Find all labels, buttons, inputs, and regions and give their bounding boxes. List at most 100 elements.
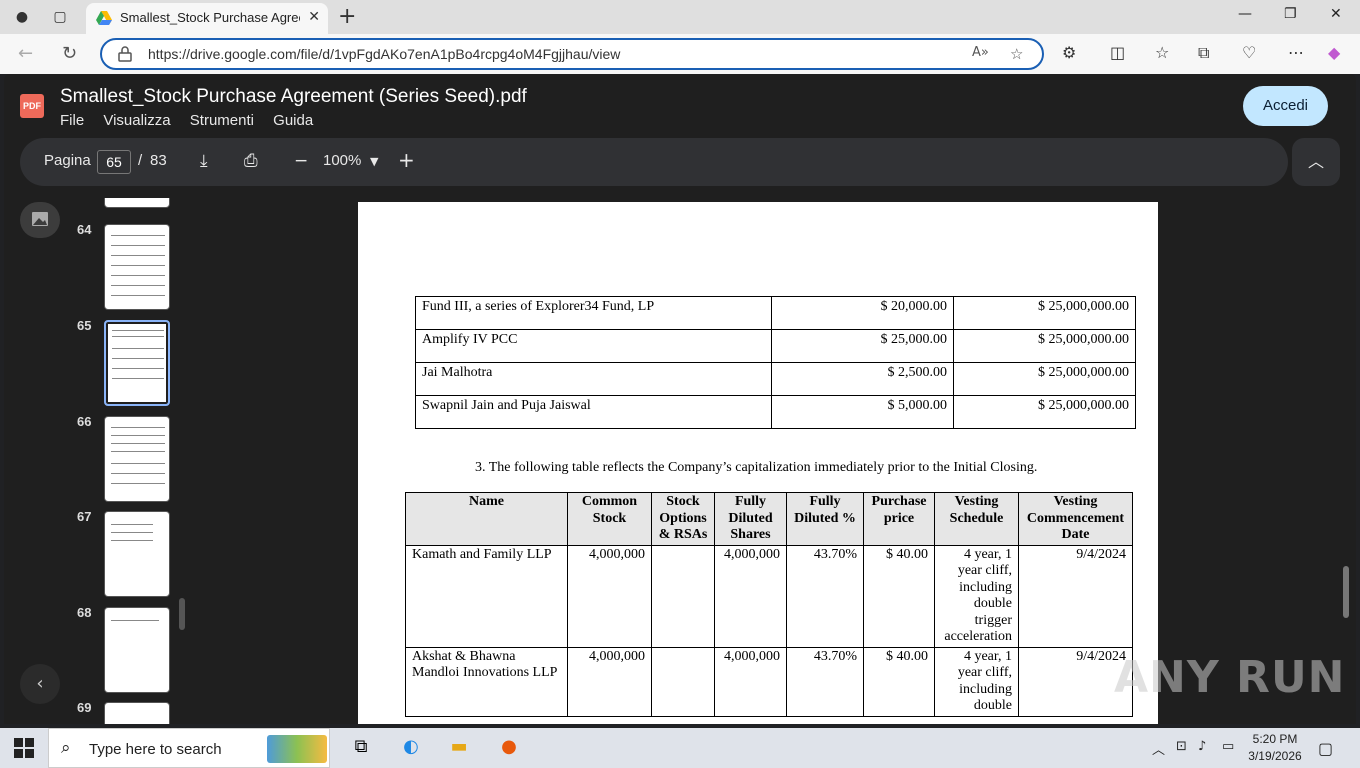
menu-guida[interactable]: Guida — [273, 112, 313, 129]
fully-diluted-shares: 4,000,000 — [714, 544, 787, 648]
url-text[interactable]: https://drive.google.com/file/d/1vpFgdAK… — [148, 46, 620, 62]
tab-close-icon[interactable]: ✕ — [308, 9, 320, 25]
pdf-toolbar: Pagina 65 / 83 ⤓ ⎙ − 100% ▼ + — [20, 138, 1288, 186]
notifications-icon[interactable]: ▢ — [1318, 739, 1333, 758]
refresh-icon[interactable]: ↻ — [62, 43, 77, 64]
page-thumbnail[interactable] — [104, 224, 170, 310]
download-icon[interactable]: ⤓ — [200, 151, 208, 171]
fully-diluted-percent: 43.70% — [786, 646, 864, 717]
thumbnail-number: 67 — [77, 509, 92, 524]
browser-tab-strip: ● ▢ Smallest_Stock Purchase Agreeme ✕ + … — [0, 0, 1360, 34]
copilot-icon[interactable]: ◆ — [1328, 43, 1340, 62]
pdf-file-icon: PDF — [20, 94, 44, 118]
zoom-in-icon[interactable]: + — [398, 148, 415, 172]
common-stock: 4,000,000 — [567, 646, 652, 717]
thumbnail-number: 65 — [77, 318, 92, 333]
windows-taskbar: ⌕ Type here to search ⧉ ◐ ▬ ● ︿ ⊡ ♪ ▭ 5:… — [0, 728, 1360, 768]
tray-overflow-icon[interactable]: ︿ — [1152, 739, 1165, 758]
vesting-date: 9/4/2024 — [1018, 544, 1133, 648]
file-explorer-icon[interactable]: ▬ — [446, 736, 472, 760]
minimize-icon[interactable]: — — [1238, 6, 1252, 22]
split-screen-icon[interactable]: ◫ — [1110, 43, 1125, 62]
column-header: Purchase price — [863, 492, 935, 546]
network-icon[interactable]: ⊡ — [1176, 739, 1187, 754]
search-highlight-image — [267, 735, 327, 763]
page-thumbnail[interactable] — [104, 416, 170, 502]
table-row: Jai Malhotra $ 2,500.00 $ 25,000,000.00 — [415, 362, 1136, 396]
stock-options — [651, 646, 715, 717]
purchase-price: $ 40.00 — [863, 544, 935, 648]
thumbnail-number: 68 — [77, 605, 92, 620]
drive-pdf-viewer: PDF Smallest_Stock Purchase Agreement (S… — [4, 74, 1356, 724]
page-number-input[interactable]: 65 — [97, 150, 131, 174]
document-scrollbar[interactable] — [1343, 566, 1349, 618]
browser-essentials-icon[interactable]: ♡ — [1242, 43, 1256, 62]
table-row: Kamath and Family LLP 4,000,000 4,000,00… — [405, 544, 1133, 648]
page-thumbnail[interactable] — [104, 198, 170, 208]
thumbnail-scrollbar[interactable] — [179, 598, 185, 630]
valuation-cap: $ 25,000,000.00 — [953, 362, 1136, 396]
menu-strumenti[interactable]: Strumenti — [190, 112, 254, 129]
investment-amount: $ 5,000.00 — [771, 395, 954, 429]
zoom-out-icon[interactable]: − — [294, 151, 308, 171]
capitalization-paragraph: 3. The following table reflects the Comp… — [475, 460, 1038, 475]
read-aloud-icon[interactable]: A» — [972, 45, 989, 60]
investor-name: Swapnil Jain and Puja Jaiswal — [415, 395, 772, 429]
common-stock: 4,000,000 — [567, 544, 652, 648]
tab-title: Smallest_Stock Purchase Agreeme — [120, 10, 300, 25]
menu-file[interactable]: File — [60, 112, 84, 129]
windows-start-icon[interactable] — [14, 738, 34, 758]
profile-icon[interactable]: ● — [12, 7, 32, 27]
restore-icon[interactable]: ❐ — [1284, 6, 1297, 22]
fully-diluted-shares: 4,000,000 — [714, 646, 787, 717]
pdf-page: Fund III, a series of Explorer34 Fund, L… — [358, 202, 1158, 724]
favorite-star-icon[interactable]: ☆ — [1010, 45, 1023, 63]
page-separator: / — [138, 152, 143, 169]
firefox-icon[interactable]: ● — [496, 736, 522, 760]
extensions-icon[interactable]: ⚙ — [1062, 43, 1076, 62]
tab-actions-icon[interactable]: ▢ — [50, 7, 70, 27]
zoom-dropdown-icon[interactable]: ▼ — [370, 155, 378, 168]
page-thumbnail-selected[interactable] — [104, 320, 170, 406]
new-tab-button[interactable]: + — [338, 4, 356, 29]
hide-thumbnails-button[interactable]: ‹ — [20, 664, 60, 704]
favorites-icon[interactable]: ☆ — [1155, 43, 1169, 62]
google-drive-icon — [96, 11, 112, 25]
input-indicator-icon[interactable]: ▭ — [1222, 739, 1234, 754]
back-icon[interactable]: ← — [18, 43, 33, 64]
fully-diluted-percent: 43.70% — [786, 544, 864, 648]
task-view-icon[interactable]: ⧉ — [348, 736, 374, 760]
column-header: Fully Diluted Shares — [714, 492, 787, 546]
edge-icon[interactable]: ◐ — [398, 736, 424, 760]
volume-icon[interactable]: ♪ — [1198, 739, 1206, 754]
collections-icon[interactable]: ⧉ — [1198, 43, 1209, 63]
viewer-menu-bar: File Visualizza Strumenti Guida — [60, 112, 328, 129]
anyrun-watermark: ANY RUN — [1114, 652, 1346, 703]
valuation-cap: $ 25,000,000.00 — [953, 395, 1136, 429]
collapse-header-button[interactable]: ︿ — [1292, 138, 1340, 186]
image-icon[interactable] — [20, 202, 60, 238]
column-header: Name — [405, 492, 568, 546]
page-thumbnail[interactable] — [104, 702, 170, 724]
taskbar-clock[interactable]: 5:20 PM 3/19/2026 — [1246, 731, 1304, 765]
investor-name: Jai Malhotra — [415, 362, 772, 396]
thumbnail-panel: 64 65 66 67 68 69 — [4, 198, 194, 724]
taskbar-search-box[interactable]: ⌕ Type here to search — [48, 728, 330, 768]
valuation-cap: $ 25,000,000.00 — [953, 329, 1136, 363]
close-window-icon[interactable]: ✕ — [1330, 6, 1342, 22]
sign-in-button[interactable]: Accedi — [1243, 86, 1328, 126]
purchase-price: $ 40.00 — [863, 646, 935, 717]
page-thumbnail[interactable] — [104, 607, 170, 693]
menu-visualizza[interactable]: Visualizza — [103, 112, 170, 129]
investor-name: Fund III, a series of Explorer34 Fund, L… — [415, 296, 772, 330]
url-field[interactable]: https://drive.google.com/file/d/1vpFgdAK… — [100, 38, 1044, 70]
page-thumbnail[interactable] — [104, 511, 170, 597]
table-row: Swapnil Jain and Puja Jaiswal $ 5,000.00… — [415, 395, 1136, 429]
table-row: Amplify IV PCC $ 25,000.00 $ 25,000,000.… — [415, 329, 1136, 363]
browser-tab[interactable]: Smallest_Stock Purchase Agreeme ✕ — [86, 3, 328, 34]
zoom-level[interactable]: 100% — [323, 152, 361, 169]
print-icon[interactable]: ⎙ — [244, 151, 258, 171]
lock-icon — [118, 46, 132, 62]
more-menu-icon[interactable]: ⋯ — [1288, 43, 1304, 62]
investor-name: Amplify IV PCC — [415, 329, 772, 363]
